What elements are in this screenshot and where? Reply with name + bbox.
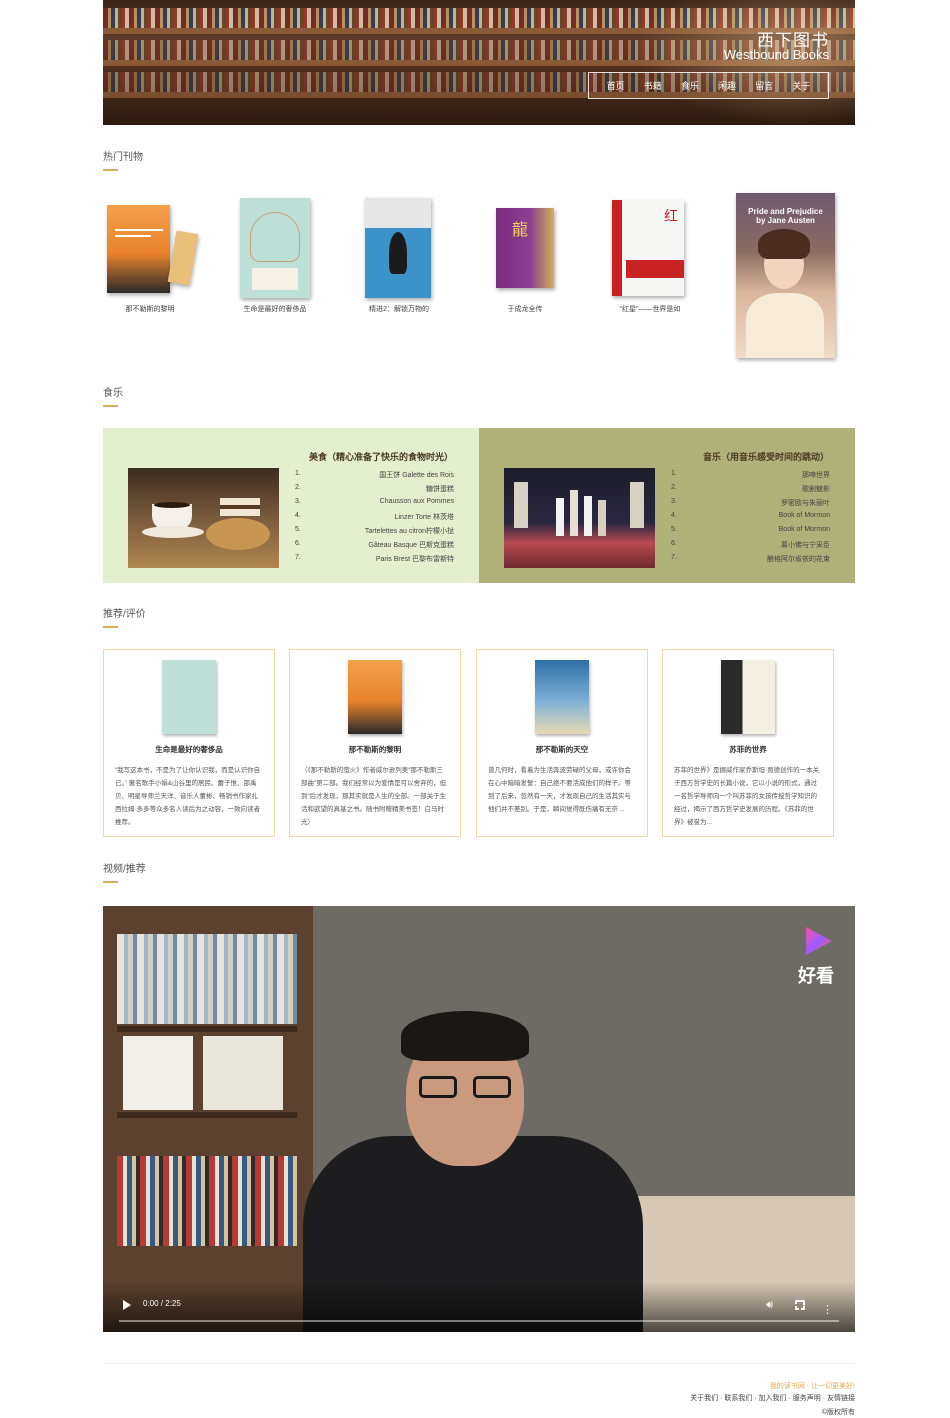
book-title[interactable]: 那不勒斯的黎明: [126, 304, 175, 314]
book-cover[interactable]: Pride and Prejudice by Jane Austen: [736, 193, 835, 358]
bookshelf-background: [103, 906, 313, 1332]
review-title: 那不勒斯的黎明: [348, 745, 402, 754]
book-cover[interactable]: [240, 198, 310, 298]
review-book-image: [162, 660, 216, 734]
review-book-image: [721, 660, 775, 734]
cover-title: Pride and Prejudice by Jane Austen: [748, 207, 823, 225]
review-text: 苏菲的世界》是挪威作家乔斯坦·贾德创作的一本关于西方哲学史的长篇小说，它以小说的…: [674, 767, 820, 826]
footer-divider: [103, 1363, 855, 1364]
review-card[interactable]: 那不勒斯的天空 曾几何时，看着为生活奔波劳碌的父母，或许你会在心中暗暗发誓：自己…: [476, 649, 648, 837]
play-icon[interactable]: [123, 1300, 131, 1310]
list-item[interactable]: 1. 国王饼 Galette des Rois: [295, 470, 454, 484]
person-hair: [401, 1011, 529, 1061]
bookmark-image: [167, 230, 199, 286]
footer-copyright: ©版权所有: [821, 1409, 855, 1416]
section-title-popular: 热门刊物: [103, 148, 143, 171]
list-item[interactable]: 7. 酿格阿尔省依的花束: [671, 554, 830, 568]
food-list: 1. 国王饼 Galette des Rois 2. 糖饼蛋糕 3. Chausson…: [295, 470, 454, 568]
review-book-image: [535, 660, 589, 734]
food-image: [128, 468, 279, 568]
music-panel: 音乐（用音乐感受时间的跳动） 1. 那啼世界 2. 歌剧魅影 3. 罗密欧与朱丽叶 4…: [479, 428, 855, 583]
list-item[interactable]: 2. 歌剧魅影: [671, 484, 830, 498]
list-item[interactable]: 6. 慕小佛与宁采臣: [671, 540, 830, 554]
review-card[interactable]: 那不勒斯的黎明 （《那不勒斯的萤火》作者威尔逊列奥“那不勒斯三部曲”第二部。我们…: [289, 649, 461, 837]
list-item[interactable]: 5. Book of Mormon: [671, 526, 830, 540]
book-title[interactable]: 精进2：解锁万物的: [369, 304, 429, 314]
nav-about[interactable]: 关于: [792, 79, 810, 92]
review-text: （《那不勒斯的萤火》作者威尔逊列奥“那不勒斯三部曲”第二部。我们经常以为爱情是可…: [301, 767, 447, 826]
list-item[interactable]: 4. Book of Mormon: [671, 512, 830, 526]
review-book-image: [348, 660, 402, 734]
book-title[interactable]: “红星”——世界是如: [620, 304, 681, 314]
book-cover[interactable]: 龍: [496, 208, 554, 288]
nav-leisure[interactable]: 闲趣: [718, 79, 736, 92]
volume-icon[interactable]: 🔊︎: [766, 1299, 773, 1312]
list-item[interactable]: 3. 罗密欧与朱丽叶: [671, 498, 830, 512]
review-text: 曾几何时，看着为生活奔波劳碌的父母，或许你会在心中暗暗发誓：自己绝不要活成他们的…: [488, 767, 631, 813]
review-title: 生命是最好的奢侈品: [155, 745, 223, 754]
book-cover[interactable]: [365, 198, 431, 298]
music-title: 音乐（用音乐感受时间的跳动）: [703, 452, 830, 462]
book-title[interactable]: 于成龙全传: [508, 304, 543, 314]
review-title: 苏菲的世界: [729, 745, 767, 754]
music-image: [504, 468, 655, 568]
video-progress-bar[interactable]: [119, 1320, 839, 1322]
main-nav: 首页 书籍 食乐 闲趣 留言 关于: [588, 72, 829, 99]
haokan-logo-icon: [800, 923, 836, 959]
review-card[interactable]: 生命是最好的奢侈品 “我写这本书，不是为了让你认识我，而是认识你自己。” 著名歌…: [103, 649, 275, 837]
video-player[interactable]: 好看 0:00 / 2:25 🔊︎ ⋮: [103, 906, 855, 1332]
glasses-left: [419, 1076, 457, 1098]
glasses-right: [473, 1076, 511, 1098]
header-banner: 西下图书 Westbound Books 首页 书籍 食乐 闲趣 留言 关于: [103, 0, 855, 125]
list-item[interactable]: 5. Tartelettes au citron柠檬小挞: [295, 526, 454, 540]
nav-books[interactable]: 书籍: [644, 79, 662, 92]
list-item[interactable]: 1. 那啼世界: [671, 470, 830, 484]
brand-name-en: Westbound Books: [723, 47, 829, 62]
more-options-icon[interactable]: ⋮: [822, 1305, 833, 1316]
book-cover[interactable]: [107, 205, 170, 293]
nav-food-music[interactable]: 食乐: [681, 79, 699, 92]
section-title-food-music: 食乐: [103, 384, 123, 407]
food-panel: 美食（精心准备了快乐的食物时光） 1. 国王饼 Galette des Rois …: [103, 428, 479, 583]
list-item[interactable]: 4. Linzer Torte 林茨塔: [295, 512, 454, 526]
book-title[interactable]: 生命是最好的奢侈品: [244, 304, 307, 314]
food-title: 美食（精心准备了快乐的食物时光）: [309, 452, 454, 462]
section-title-reviews: 推荐/评价: [103, 605, 146, 628]
section-title-video: 视频/推荐: [103, 860, 146, 883]
review-title: 那不勒斯的天空: [535, 745, 589, 754]
music-list: 1. 那啼世界 2. 歌剧魅影 3. 罗密欧与朱丽叶 4. Book of Mormon…: [671, 470, 830, 568]
video-time: 0:00 / 2:25: [143, 1299, 181, 1308]
footer-slogan: 我的读书网 - 让一切更美好!: [769, 1383, 855, 1390]
book-cover[interactable]: 红: [612, 200, 684, 296]
footer-links[interactable]: 关于我们 · 联系我们 · 加入我们 · 服务声明 · 友情链接: [690, 1393, 855, 1403]
review-card[interactable]: 苏菲的世界 苏菲的世界》是挪威作家乔斯坦·贾德创作的一本关于西方哲学史的长篇小说…: [662, 649, 834, 837]
review-text: “我写这本书，不是为了让你认识我，而是认识你自己。” 著名歌手小娟&山谷里的居民…: [115, 767, 261, 826]
banner-light: [635, 0, 855, 125]
video-controls: [103, 1282, 855, 1332]
nav-messages[interactable]: 留言: [755, 79, 773, 92]
list-item[interactable]: 2. 糖饼蛋糕: [295, 484, 454, 498]
list-item[interactable]: 3. Chausson aux Pommes: [295, 498, 454, 512]
list-item[interactable]: 6. Gâteau Basque 巴斯克蛋糕: [295, 540, 454, 554]
nav-home[interactable]: 首页: [607, 79, 625, 92]
haokan-logo-text: 好看: [798, 966, 834, 986]
list-item[interactable]: 7. Paris Brest 巴黎布雷斯特: [295, 554, 454, 568]
